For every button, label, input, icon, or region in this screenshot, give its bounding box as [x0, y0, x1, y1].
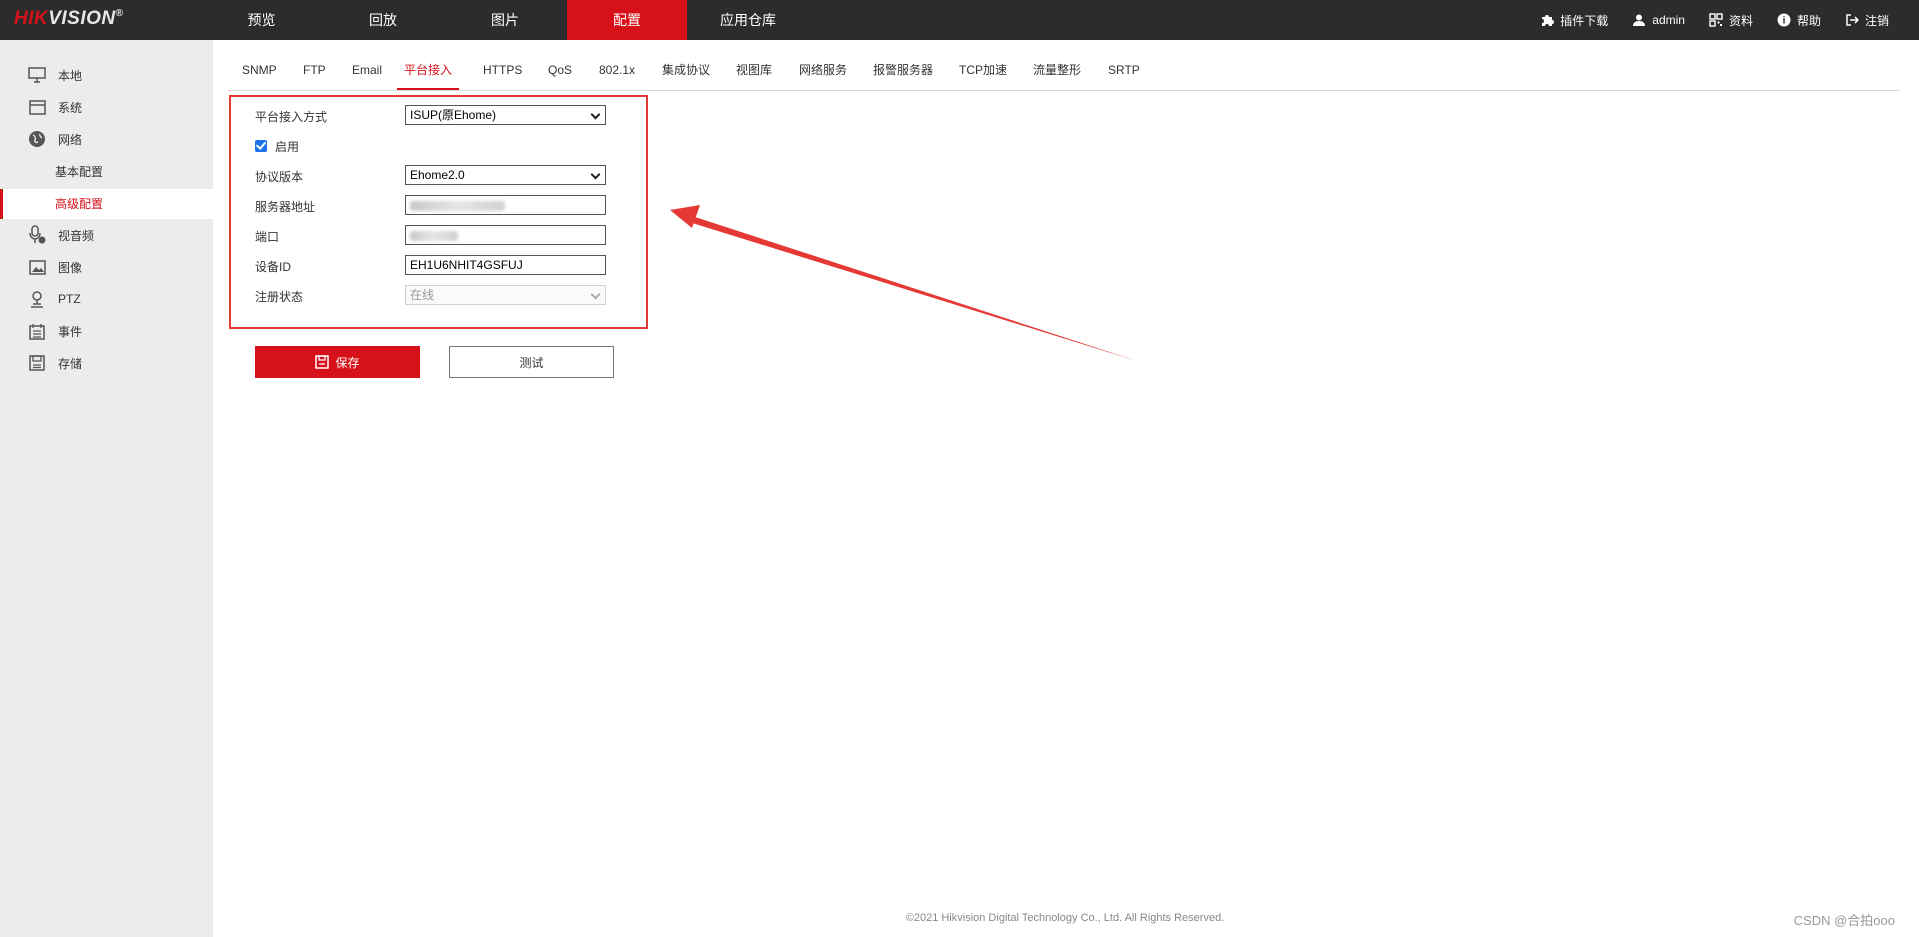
copyright-footer: ©2021 Hikvision Digital Technology Co., …: [905, 912, 1225, 924]
csdn-watermark: CSDN @合拍ooo: [1793, 913, 1895, 928]
annotation-arrow-shaft: [689, 216, 1140, 362]
annotation-arrow: [670, 205, 1140, 362]
annotation-arrow-head: [670, 205, 700, 228]
